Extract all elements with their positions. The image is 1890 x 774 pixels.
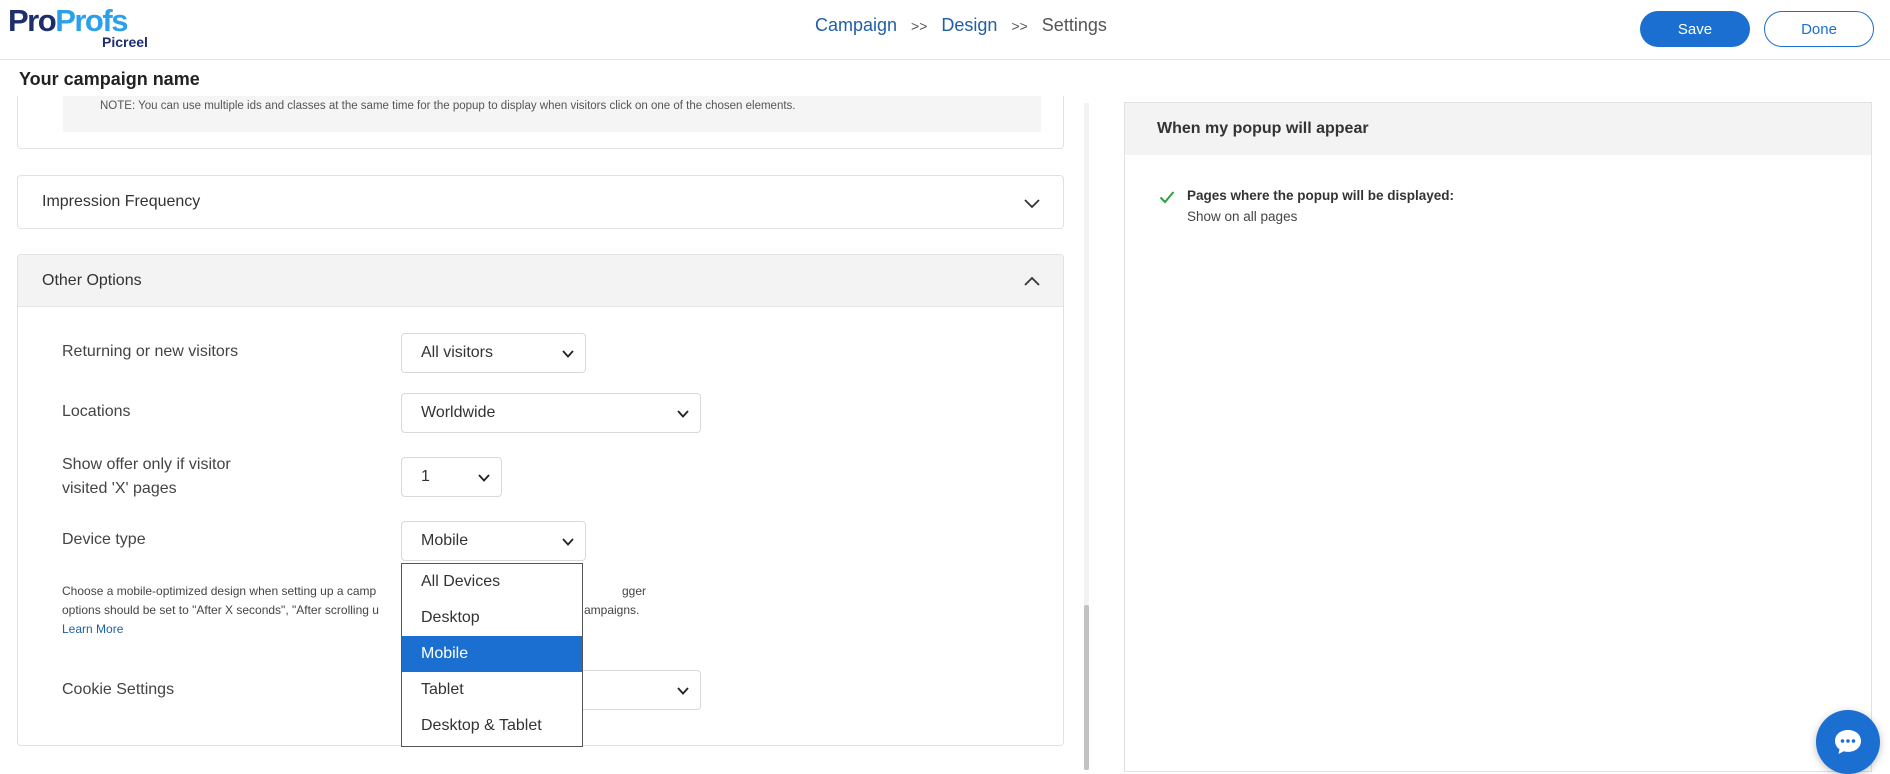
select-value: Mobile bbox=[421, 532, 469, 549]
help-text-line: gger bbox=[622, 584, 647, 598]
dropdown-option-desktop[interactable]: Desktop bbox=[402, 600, 582, 636]
dropdown-option-tablet[interactable]: Tablet bbox=[402, 672, 582, 708]
other-options-accordion: Other Options Returning or new visitors … bbox=[17, 254, 1064, 747]
summary-title: When my popup will appear bbox=[1157, 120, 1369, 137]
proprofs-logo[interactable]: ProProfs Picreel bbox=[8, 4, 158, 52]
check-icon bbox=[1159, 191, 1175, 204]
breadcrumb-design[interactable]: Design bbox=[941, 15, 997, 36]
impression-frequency-accordion[interactable]: Impression Frequency bbox=[17, 175, 1064, 229]
device-type-select[interactable]: Mobile bbox=[401, 521, 586, 561]
popup-summary-panel: When my popup will appear Pages where th… bbox=[1124, 102, 1872, 772]
visited-pages-label-line2: visited 'X' pages bbox=[62, 480, 177, 497]
save-button[interactable]: Save bbox=[1640, 11, 1750, 47]
chevron-down-icon bbox=[562, 538, 574, 546]
scrollbar-thumb[interactable] bbox=[1084, 605, 1089, 770]
logo-wordmark: ProProfs bbox=[8, 4, 158, 38]
chevron-down-icon bbox=[677, 410, 689, 418]
logo-profs-text: Profs bbox=[55, 3, 128, 38]
locations-select[interactable]: Worldwide bbox=[401, 393, 701, 433]
chevron-down-icon bbox=[1024, 199, 1040, 209]
breadcrumb-separator: >> bbox=[1011, 17, 1028, 34]
campaign-name[interactable]: Your campaign name bbox=[19, 69, 200, 90]
dropdown-option-mobile[interactable]: Mobile bbox=[402, 636, 582, 672]
visited-pages-label: Show offer only if visitor visited 'X' p… bbox=[62, 453, 231, 501]
returning-visitors-label: Returning or new visitors bbox=[62, 343, 239, 360]
returning-visitors-select[interactable]: All visitors bbox=[401, 333, 586, 373]
trigger-note-card: NOTE: You can use multiple ids and class… bbox=[17, 96, 1064, 149]
learn-more-link[interactable]: Learn More bbox=[62, 620, 123, 639]
dropdown-option-desktop-tablet[interactable]: Desktop & Tablet bbox=[402, 708, 582, 744]
chevron-up-icon bbox=[1024, 276, 1040, 286]
visited-pages-label-line1: Show offer only if visitor bbox=[62, 456, 231, 473]
pages-value: Show on all pages bbox=[1187, 209, 1298, 224]
accordion-title: Impression Frequency bbox=[42, 193, 201, 210]
top-header: ProProfs Picreel Campaign >> Design >> S… bbox=[0, 0, 1890, 60]
chat-support-button[interactable] bbox=[1816, 710, 1880, 774]
select-value: 1 bbox=[421, 468, 430, 485]
dropdown-option-all-devices[interactable]: All Devices bbox=[402, 564, 582, 600]
help-text-line: Choose a mobile-optimized design when se… bbox=[62, 584, 377, 598]
breadcrumb: Campaign >> Design >> Settings bbox=[815, 15, 1107, 36]
logo-product-name: Picreel bbox=[102, 34, 148, 50]
breadcrumb-settings: Settings bbox=[1041, 15, 1107, 35]
summary-header: When my popup will appear bbox=[1125, 103, 1871, 155]
note-text: NOTE: You can use multiple ids and class… bbox=[100, 100, 796, 112]
select-value: Worldwide bbox=[421, 404, 496, 421]
device-type-dropdown-list: All Devices Desktop Mobile Tablet Deskto… bbox=[401, 563, 583, 747]
visited-pages-select[interactable]: 1 bbox=[401, 457, 502, 497]
pages-label: Pages where the popup will be displayed: bbox=[1187, 188, 1455, 203]
chevron-down-icon bbox=[478, 474, 490, 482]
device-type-label: Device type bbox=[62, 531, 146, 548]
breadcrumb-separator: >> bbox=[911, 17, 928, 34]
breadcrumb-campaign[interactable]: Campaign bbox=[815, 15, 897, 36]
accordion-title: Other Options bbox=[42, 272, 142, 289]
cookie-settings-label: Cookie Settings bbox=[62, 681, 175, 698]
other-options-header[interactable]: Other Options bbox=[18, 255, 1063, 307]
help-text-line: ampaigns. bbox=[584, 603, 640, 617]
select-value: All visitors bbox=[421, 344, 494, 361]
chevron-down-icon bbox=[562, 350, 574, 358]
chevron-down-icon bbox=[677, 687, 689, 695]
logo-pro-text: Pro bbox=[8, 3, 57, 38]
locations-label: Locations bbox=[62, 403, 131, 420]
help-text-line: options should be set to "After X second… bbox=[62, 603, 379, 617]
note-box: NOTE: You can use multiple ids and class… bbox=[63, 96, 1041, 132]
chat-bubble-icon bbox=[1835, 730, 1861, 754]
done-button[interactable]: Done bbox=[1764, 11, 1874, 47]
